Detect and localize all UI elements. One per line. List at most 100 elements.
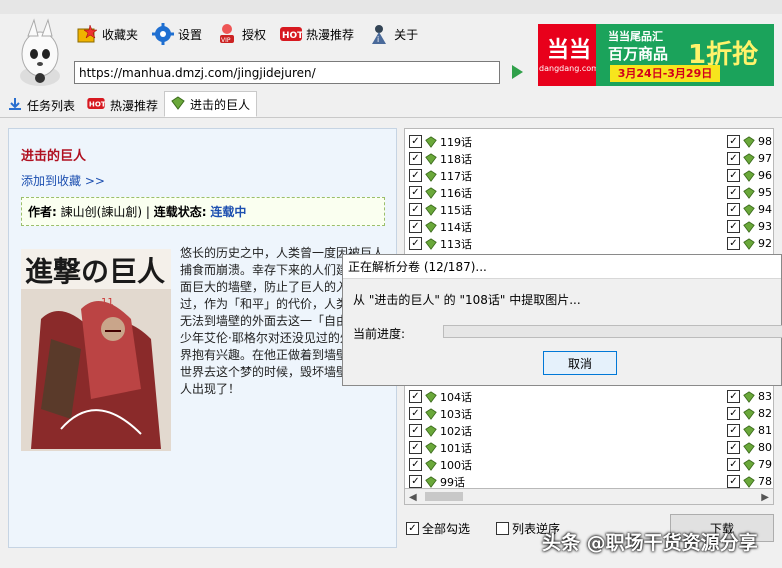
chapter-row[interactable]: ✓ 96 bbox=[727, 167, 772, 184]
tab-comic[interactable]: 进击的巨人 bbox=[164, 91, 258, 117]
chapter-checkbox[interactable]: ✓ bbox=[409, 186, 422, 199]
chapter-checkbox[interactable]: ✓ bbox=[727, 203, 740, 216]
chapter-checkbox[interactable]: ✓ bbox=[409, 203, 422, 216]
green-book-icon bbox=[425, 135, 437, 148]
chapter-checkbox[interactable]: ✓ bbox=[727, 390, 740, 403]
chapter-row[interactable]: ✓ 79 bbox=[727, 456, 772, 473]
chapter-label: 82 bbox=[758, 407, 772, 420]
chapter-checkbox[interactable]: ✓ bbox=[409, 135, 422, 148]
chapter-row[interactable]: ✓ 94 bbox=[727, 201, 772, 218]
chapter-row[interactable]: ✓ 93 bbox=[727, 218, 772, 235]
title-strip bbox=[0, 0, 782, 14]
chapter-row[interactable]: ✓ 81 bbox=[727, 422, 772, 439]
download-icon bbox=[8, 97, 22, 114]
gear-icon bbox=[152, 23, 175, 45]
green-book-icon bbox=[425, 458, 437, 471]
chapter-row[interactable]: ✓ 97 bbox=[727, 150, 772, 167]
green-book-icon bbox=[425, 424, 437, 437]
chapter-checkbox[interactable]: ✓ bbox=[409, 424, 422, 437]
tab-tasks[interactable]: 任务列表 bbox=[2, 93, 81, 117]
green-book-icon bbox=[425, 186, 437, 199]
chapter-checkbox[interactable]: ✓ bbox=[727, 424, 740, 437]
tab-hot[interactable]: HOT 热漫推荐 bbox=[81, 93, 164, 117]
checkbox-unchecked[interactable] bbox=[496, 522, 510, 535]
chapter-checkbox[interactable]: ✓ bbox=[727, 152, 740, 165]
scroll-right-icon[interactable]: ▶ bbox=[761, 492, 769, 503]
status-value: 连载中 bbox=[210, 205, 247, 219]
chapter-row[interactable]: ✓ 100话 bbox=[409, 456, 472, 473]
chapter-checkbox[interactable]: ✓ bbox=[409, 458, 422, 471]
horizontal-scrollbar[interactable]: ◀ ▶ bbox=[404, 488, 774, 505]
chapter-checkbox[interactable]: ✓ bbox=[409, 475, 422, 488]
chapter-label: 113话 bbox=[440, 237, 472, 251]
tab-label: 热漫推荐 bbox=[110, 98, 159, 113]
scroll-left-icon[interactable]: ◀ bbox=[409, 492, 417, 503]
ad-logo-sub: dangdang.com bbox=[539, 64, 599, 73]
chapter-row[interactable]: ✓ 92 bbox=[727, 235, 772, 252]
menu-settings[interactable]: 设置 bbox=[152, 23, 202, 45]
chapter-row[interactable]: ✓ 118话 bbox=[409, 150, 472, 167]
dialog-title: 正在解析分卷 (12/187)... bbox=[343, 255, 781, 279]
green-book-icon bbox=[743, 169, 755, 182]
go-arrow-icon[interactable] bbox=[512, 65, 523, 79]
chapter-row[interactable]: ✓ 80 bbox=[727, 439, 772, 456]
menu-license[interactable]: VIP 授权 bbox=[216, 23, 266, 45]
menu-hot[interactable]: HOT 热漫推荐 bbox=[280, 23, 354, 45]
chapter-checkbox[interactable]: ✓ bbox=[409, 407, 422, 420]
chapter-checkbox[interactable]: ✓ bbox=[727, 169, 740, 182]
chapter-row[interactable]: ✓ 104话 bbox=[409, 388, 472, 405]
chapter-checkbox[interactable]: ✓ bbox=[727, 135, 740, 148]
chapter-checkbox[interactable]: ✓ bbox=[409, 441, 422, 454]
chapter-checkbox[interactable]: ✓ bbox=[409, 237, 422, 250]
chapter-label: 78 bbox=[758, 475, 772, 488]
select-all-checkbox[interactable]: ✓ 全部勾选 bbox=[406, 520, 470, 537]
main-menu: 收藏夹 设置 VIP 授权 HOT 热漫推荐 i 关于 bbox=[76, 20, 418, 48]
menu-about[interactable]: i 关于 bbox=[368, 23, 418, 45]
chapter-row[interactable]: ✓ 98 bbox=[727, 133, 772, 150]
chapter-checkbox[interactable]: ✓ bbox=[409, 169, 422, 182]
chapter-row[interactable]: ✓ 102话 bbox=[409, 422, 472, 439]
chapter-row[interactable]: ✓ 103话 bbox=[409, 405, 472, 422]
chapter-label: 95 bbox=[758, 186, 772, 199]
chapter-label: 102话 bbox=[440, 424, 472, 438]
chapter-checkbox[interactable]: ✓ bbox=[409, 220, 422, 233]
chapter-row[interactable]: ✓ 101话 bbox=[409, 439, 472, 456]
chapter-row[interactable]: ✓ 83 bbox=[727, 388, 772, 405]
chapter-checkbox[interactable]: ✓ bbox=[727, 407, 740, 420]
dialog-message: 从 "进击的巨人" 的 "108话" 中提取图片... bbox=[353, 293, 581, 307]
svg-text:VIP: VIP bbox=[221, 37, 231, 44]
scroll-thumb[interactable] bbox=[425, 492, 463, 501]
chapter-checkbox[interactable]: ✓ bbox=[409, 390, 422, 403]
chapter-row[interactable]: ✓ 117话 bbox=[409, 167, 472, 184]
chapter-checkbox[interactable]: ✓ bbox=[727, 220, 740, 233]
green-book-icon bbox=[743, 424, 755, 437]
author-label: 作者: bbox=[28, 205, 57, 219]
chapter-row[interactable]: ✓ 115话 bbox=[409, 201, 472, 218]
vip-user-icon: VIP bbox=[216, 23, 238, 45]
chapter-label: 118话 bbox=[440, 152, 472, 166]
ad-banner[interactable]: 当当 dangdang.com 当当尾品汇 百万商品 1折抢 3月24日-3月2… bbox=[538, 24, 774, 86]
chapter-label: 117话 bbox=[440, 169, 472, 183]
chapter-checkbox[interactable]: ✓ bbox=[409, 152, 422, 165]
chapter-checkbox[interactable]: ✓ bbox=[727, 237, 740, 250]
chapter-row[interactable]: ✓ 119话 bbox=[409, 133, 472, 150]
chapter-row[interactable]: ✓ 114话 bbox=[409, 218, 472, 235]
add-favorite-link[interactable]: 添加到收藏 >> bbox=[21, 172, 105, 189]
green-book-icon bbox=[743, 135, 755, 148]
chapter-row[interactable]: ✓ 113话 bbox=[409, 235, 472, 252]
chapter-checkbox[interactable]: ✓ bbox=[727, 186, 740, 199]
menu-favorites[interactable]: 收藏夹 bbox=[76, 23, 138, 45]
url-input[interactable] bbox=[75, 62, 499, 83]
chapter-checkbox[interactable]: ✓ bbox=[727, 441, 740, 454]
chapter-checkbox[interactable]: ✓ bbox=[727, 458, 740, 471]
chapter-row[interactable]: ✓ 95 bbox=[727, 184, 772, 201]
chapter-label: 98 bbox=[758, 135, 772, 148]
checkbox-checked[interactable]: ✓ bbox=[406, 522, 419, 535]
chapter-checkbox[interactable]: ✓ bbox=[727, 475, 740, 488]
chapter-row[interactable]: ✓ 116话 bbox=[409, 184, 472, 201]
cancel-button[interactable]: 取消 bbox=[543, 351, 617, 375]
chapter-label: 101话 bbox=[440, 441, 472, 455]
chapter-label: 119话 bbox=[440, 135, 472, 149]
green-book-icon bbox=[743, 475, 755, 488]
chapter-row[interactable]: ✓ 82 bbox=[727, 405, 772, 422]
